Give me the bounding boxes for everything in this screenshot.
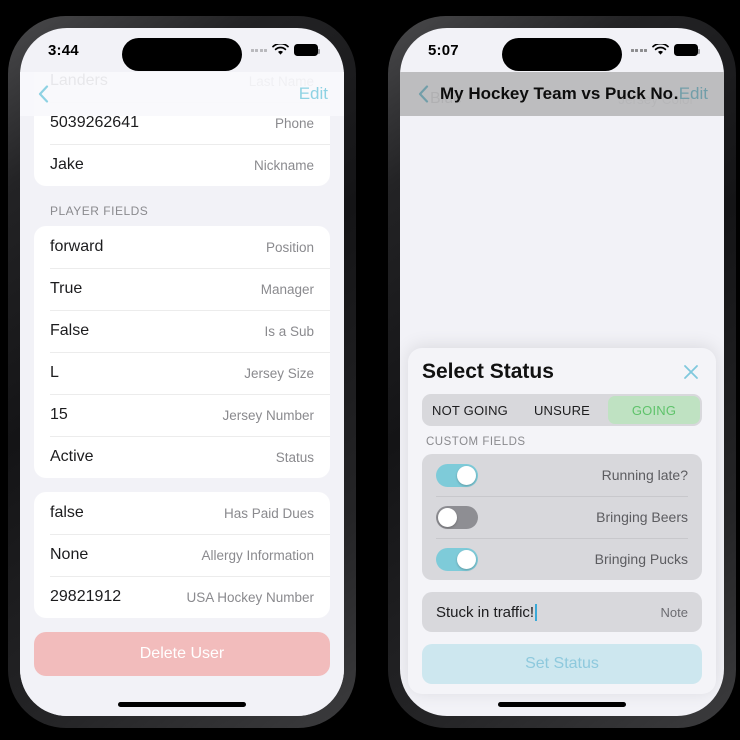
row-label: Manager xyxy=(260,281,314,297)
nav-bar-right: My Hockey Team vs Puck No… Edit xyxy=(400,72,724,116)
toggle-row-bringing-beers[interactable]: Bringing Beers xyxy=(422,496,702,538)
table-row[interactable]: L Jersey Size xyxy=(34,352,330,394)
row-label: Jersey Number xyxy=(222,407,314,423)
table-row[interactable]: forward Position xyxy=(34,226,330,268)
toggle-switch[interactable] xyxy=(436,463,478,487)
segment-not-going[interactable]: NOT GOING xyxy=(424,396,516,424)
screenshot-canvas: 3:44 Edit 5039262641 Phone Jake Nickname… xyxy=(0,0,740,740)
toggle-knob xyxy=(457,549,476,569)
row-value: 29821912 xyxy=(50,588,122,605)
section-header-custom-fields: CUSTOM FIELDS xyxy=(426,436,526,448)
back-button[interactable] xyxy=(412,83,434,105)
dynamic-island xyxy=(122,38,242,71)
edit-button[interactable]: Edit xyxy=(679,84,708,104)
battery-icon xyxy=(294,44,320,56)
segment-going[interactable]: GOING xyxy=(608,396,700,424)
chevron-left-icon xyxy=(38,85,48,103)
table-row[interactable]: 29821912 USA Hockey Number xyxy=(34,576,330,618)
row-label: Has Paid Dues xyxy=(223,505,314,521)
row-value: None xyxy=(50,546,89,563)
row-value: forward xyxy=(50,238,104,255)
cellular-dots-icon xyxy=(630,48,647,52)
table-row[interactable]: 15 Jersey Number xyxy=(34,394,330,436)
cellular-dots-icon xyxy=(250,48,267,52)
custom-fields-card: Running late? Bringing Beers Bringing Pu… xyxy=(422,454,702,580)
table-row[interactable]: false Has Paid Dues xyxy=(34,492,330,534)
home-indicator xyxy=(118,702,246,707)
wifi-icon xyxy=(652,44,669,55)
status-bar-time: 3:44 xyxy=(48,41,79,59)
row-label: USA Hockey Number xyxy=(186,589,314,605)
phone-left-screen: 3:44 Edit 5039262641 Phone Jake Nickname… xyxy=(20,28,344,716)
toggle-switch[interactable] xyxy=(436,505,478,529)
home-indicator xyxy=(498,702,626,707)
phone-right: 5:07 My Hockey Team vs Puck No… Edit Sel… xyxy=(388,16,736,728)
row-label: Is a Sub xyxy=(264,323,314,339)
dimmed-background-layer: 5:07 My Hockey Team vs Puck No… Edit xyxy=(400,28,724,116)
select-status-modal: Select Status NOT GOING UNSURE GOING CUS… xyxy=(408,348,716,694)
toggle-row-bringing-pucks[interactable]: Bringing Pucks xyxy=(422,538,702,580)
dynamic-island xyxy=(502,38,622,71)
edit-button[interactable]: Edit xyxy=(299,84,328,104)
toggle-label: Running late? xyxy=(601,467,688,483)
note-input-wrapper[interactable]: Stuck in traffic! xyxy=(436,603,538,621)
section-header-player-fields: PLAYER FIELDS xyxy=(50,204,149,218)
toggle-switch[interactable] xyxy=(436,547,478,571)
table-row[interactable]: True Manager xyxy=(34,268,330,310)
status-bar-indicators xyxy=(630,44,700,56)
note-field-container[interactable]: Stuck in traffic! Note xyxy=(422,592,702,632)
table-row[interactable]: None Allergy Information xyxy=(34,534,330,576)
status-bar-left: 3:44 xyxy=(20,28,344,72)
set-status-button[interactable]: Set Status xyxy=(422,644,702,684)
toggle-label: Bringing Pucks xyxy=(594,551,688,567)
row-value: L xyxy=(50,364,59,381)
status-bar-indicators xyxy=(250,44,320,56)
close-icon xyxy=(684,365,698,379)
segment-unsure[interactable]: UNSURE xyxy=(516,396,608,424)
note-input[interactable]: Stuck in traffic! xyxy=(436,604,534,621)
delete-user-button[interactable]: Delete User xyxy=(34,632,330,676)
modal-title: Select Status xyxy=(422,360,554,383)
extra-fields-card: false Has Paid Dues None Allergy Informa… xyxy=(34,492,330,618)
chevron-left-icon xyxy=(418,85,428,103)
modal-header: Select Status xyxy=(408,360,716,394)
row-label: Phone xyxy=(274,115,314,131)
status-bar-right: 5:07 xyxy=(400,28,724,72)
row-value: True xyxy=(50,280,83,297)
row-value: Active xyxy=(50,448,94,465)
left-scroll-content[interactable]: Landers Last Name 5039262641 Phone Jake … xyxy=(20,72,344,716)
phone-left: 3:44 Edit 5039262641 Phone Jake Nickname… xyxy=(8,16,356,728)
battery-icon xyxy=(674,44,700,56)
table-row[interactable]: Active Status xyxy=(34,436,330,478)
page-title: My Hockey Team vs Puck No… xyxy=(440,84,679,103)
status-segmented-control[interactable]: NOT GOING UNSURE GOING xyxy=(422,394,702,426)
table-row[interactable]: False Is a Sub xyxy=(34,310,330,352)
row-label: Nickname xyxy=(253,157,314,173)
wifi-icon xyxy=(272,44,289,55)
table-row[interactable]: Jake Nickname xyxy=(34,144,330,186)
row-value: 15 xyxy=(50,406,68,423)
nav-bar-left: Edit xyxy=(20,72,344,116)
status-bar-time: 5:07 xyxy=(428,41,459,59)
row-value: False xyxy=(50,322,90,339)
close-button[interactable] xyxy=(680,361,702,383)
row-value: 5039262641 xyxy=(50,114,139,131)
toggle-knob xyxy=(457,465,476,485)
row-label: Allergy Information xyxy=(201,547,314,563)
row-label: Jersey Size xyxy=(244,365,314,381)
toggle-row-running-late[interactable]: Running late? xyxy=(422,454,702,496)
toggle-label: Bringing Beers xyxy=(596,509,688,525)
phone-right-screen: 5:07 My Hockey Team vs Puck No… Edit Sel… xyxy=(400,28,724,716)
back-button[interactable] xyxy=(32,83,54,105)
player-fields-card: forward Position True Manager False Is a… xyxy=(34,226,330,478)
row-label: Status xyxy=(275,449,314,465)
row-label: Position xyxy=(265,239,314,255)
row-value: false xyxy=(50,504,84,521)
text-caret xyxy=(535,603,538,621)
row-value: Jake xyxy=(50,156,84,173)
note-label: Note xyxy=(660,604,688,620)
toggle-knob xyxy=(438,507,457,527)
